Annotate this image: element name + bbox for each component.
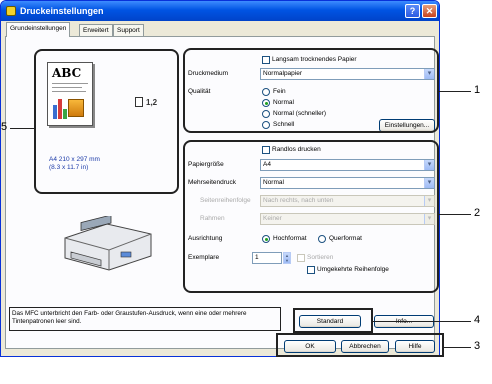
callout-box-3 [276,333,444,357]
callout-number-2: 2 [474,207,481,219]
callout-line-5 [10,128,34,129]
close-button[interactable]: ✕ [422,4,437,18]
callout-number-3: 3 [474,340,481,352]
callout-number-5: 5 [1,121,8,133]
ink-notice: Das MFC unterbricht den Farb- oder Graus… [9,307,281,331]
tab-grundeinstellungen[interactable]: Grundeinstellungen [6,22,71,37]
title-bar: Druckeinstellungen ? ✕ [1,1,439,21]
tab-support[interactable]: Support [113,24,144,36]
help-title-button[interactable]: ? [405,4,420,18]
tab-erweitert[interactable]: Erweitert [79,24,113,36]
callout-number-1: 1 [474,84,481,96]
callout-line-3 [444,347,471,348]
callout-box-2 [183,140,439,293]
printer-illustration [64,216,152,271]
callout-box-5 [34,49,179,194]
callout-box-4 [293,308,373,333]
callout-line-4 [373,321,471,322]
callout-number-4: 4 [474,314,481,326]
callout-line-2 [439,214,471,215]
printer-app-icon [6,6,16,16]
window-title: Druckeinstellungen [20,6,104,16]
callout-box-1 [183,48,439,133]
callout-line-1 [439,91,471,92]
